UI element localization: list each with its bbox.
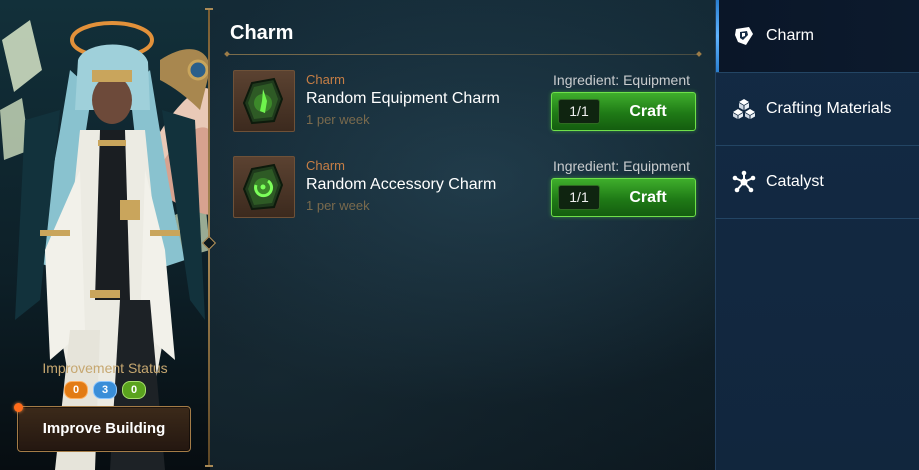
ingredient-label: Ingredient: Equipment (553, 158, 690, 174)
recipe-category: Charm (306, 72, 346, 87)
recipe-limit: 1 per week (306, 198, 370, 213)
section-title: Charm (230, 22, 294, 44)
improvement-status-badges: 0 3 0 (0, 381, 210, 399)
tab-charm[interactable]: Charm (716, 0, 919, 73)
equipment-charm-icon[interactable] (233, 70, 295, 132)
charm-icon (735, 27, 753, 45)
tab-catalyst[interactable]: Catalyst (716, 146, 919, 219)
recipe-name: Random Accessory Charm (306, 176, 497, 193)
improve-building-button[interactable]: Improve Building (17, 406, 191, 452)
panel-divider (201, 8, 217, 467)
category-tab-panel: Charm Crafting Materials Catalyst (715, 0, 919, 470)
character-portrait (0, 20, 210, 470)
tab-label: Catalyst (766, 173, 824, 190)
character-panel: Improvement Status 0 3 0 Improve Buildin… (0, 0, 210, 470)
status-badge-orange: 0 (64, 381, 88, 399)
tab-label: Charm (766, 27, 815, 44)
catalyst-icon (732, 170, 756, 193)
tab-crafting-materials[interactable]: Crafting Materials (716, 73, 919, 146)
recipe-limit: 1 per week (306, 112, 370, 127)
notification-dot (14, 403, 23, 412)
craft-button[interactable]: 1/1 Craft (551, 92, 696, 131)
craft-count: 1/1 (558, 185, 600, 210)
recipe-category: Charm (306, 158, 346, 173)
recipe-row: Charm Random Accessory Charm 1 per week … (233, 156, 703, 226)
craft-label: Craft (629, 189, 667, 206)
status-badge-green: 0 (122, 381, 146, 399)
craft-button[interactable]: 1/1 Craft (551, 178, 696, 217)
recipe-name: Random Equipment Charm (306, 90, 500, 107)
crafting-materials-icon (733, 99, 755, 119)
craft-count: 1/1 (558, 99, 600, 124)
craft-label: Craft (629, 103, 667, 120)
recipe-row: Charm Random Equipment Charm 1 per week … (233, 70, 703, 140)
status-badge-blue: 3 (93, 381, 117, 399)
title-divider (227, 54, 699, 55)
ingredient-label: Ingredient: Equipment (553, 72, 690, 88)
accessory-charm-icon[interactable] (233, 156, 295, 218)
tab-label: Crafting Materials (766, 100, 892, 117)
improvement-status-label: Improvement Status (42, 360, 168, 376)
